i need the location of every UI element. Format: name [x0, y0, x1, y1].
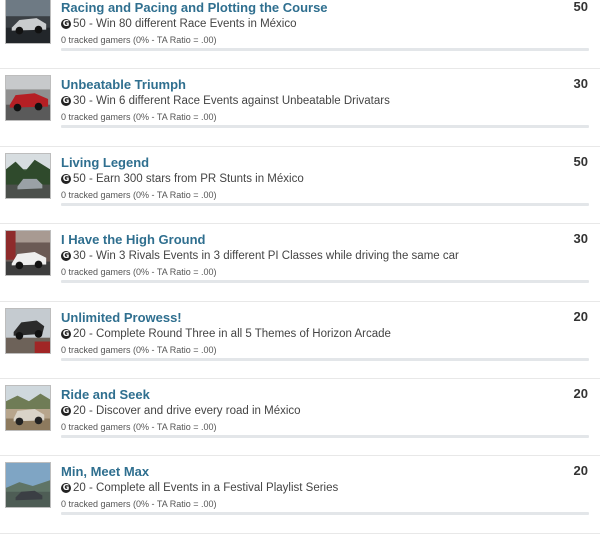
tracked-gamers-text: 0 tracked gamers (0% - TA Ratio = .00): [61, 499, 217, 510]
achievement-row[interactable]: I Have the High Ground G 30 - Win 3 Riva…: [0, 224, 600, 302]
gamerscore-value: 50: [573, 153, 588, 169]
achievement-description-text: 50 - Win 80 different Race Events in Méx…: [73, 18, 297, 30]
progress-bar: [61, 434, 589, 438]
achievement-row[interactable]: Racing and Pacing and Plotting the Cours…: [0, 0, 600, 70]
progress-bar: [61, 280, 589, 284]
achievement-list: Racing and Pacing and Plotting the Cours…: [0, 0, 600, 534]
achievement-title[interactable]: Unlimited Prowess!: [61, 310, 182, 325]
white-car-thumbnail[interactable]: [5, 230, 51, 277]
red-car-thumbnail[interactable]: [5, 75, 51, 122]
progress-bar: [61, 357, 589, 361]
achievement-title[interactable]: Unbeatable Triumph: [61, 77, 186, 92]
gamerscore-value: 50: [573, 0, 588, 14]
achievement-description: G 20 - Complete all Events in a Festival…: [61, 482, 338, 494]
achievement-title[interactable]: I Have the High Ground: [61, 232, 205, 247]
gamerscore-icon: G: [61, 328, 71, 339]
gamerscore-icon: G: [61, 96, 71, 107]
gamerscore-value: 20: [573, 385, 588, 401]
achievement-description-text: 30 - Win 6 different Race Events against…: [73, 95, 390, 108]
achievement-description: G 20 - Complete Round Three in all 5 The…: [61, 328, 391, 340]
achievement-description-text: 30 - Win 3 Rivals Events in 3 different …: [73, 250, 459, 263]
achievement-row[interactable]: Unlimited Prowess! G 20 - Complete Round…: [0, 302, 600, 379]
gamerscore-icon: G: [61, 19, 71, 29]
gamerscore-value: 30: [573, 76, 588, 92]
achievement-title[interactable]: Living Legend: [61, 155, 149, 170]
achievement-row[interactable]: Min, Meet Max G 20 - Complete all Events…: [0, 456, 600, 534]
sky-car-thumbnail[interactable]: [5, 462, 51, 509]
gamerscore-value: 20: [573, 308, 588, 324]
jumping-car-thumbnail[interactable]: [5, 307, 51, 354]
gamerscore-value: 20: [573, 463, 588, 479]
achievement-description-text: 20 - Complete all Events in a Festival P…: [73, 482, 339, 495]
achievement-description: G 50 - Earn 300 stars from PR Stunts in …: [61, 173, 304, 185]
jungle-car-thumbnail[interactable]: [5, 152, 51, 199]
achievement-description: G 30 - Win 6 different Race Events again…: [61, 95, 390, 107]
tracked-gamers-text: 0 tracked gamers (0% - TA Ratio = .00): [61, 189, 217, 200]
achievement-description: G 50 - Win 80 different Race Events in M…: [61, 18, 297, 30]
progress-bar: [61, 202, 589, 206]
tracked-gamers-text: 0 tracked gamers (0% - TA Ratio = .00): [61, 344, 217, 355]
achievement-description: G 30 - Win 3 Rivals Events in 3 differen…: [61, 250, 459, 262]
achievement-description-text: 20 - Discover and drive every road in Mé…: [73, 404, 301, 417]
tracked-gamers-text: 0 tracked gamers (0% - TA Ratio = .00): [61, 35, 217, 45]
achievement-description-text: 20 - Complete Round Three in all 5 Theme…: [73, 327, 391, 340]
progress-bar: [61, 125, 589, 129]
tracked-gamers-text: 0 tracked gamers (0% - TA Ratio = .00): [61, 421, 217, 432]
tracked-gamers-text: 0 tracked gamers (0% - TA Ratio = .00): [61, 112, 217, 123]
achievement-row[interactable]: Ride and Seek G 20 - Discover and drive …: [0, 379, 600, 457]
achievement-description: G 20 - Discover and drive every road in …: [61, 405, 301, 417]
race-car-thumbnail[interactable]: [5, 0, 51, 44]
gamerscore-icon: G: [61, 483, 71, 494]
gamerscore-icon: G: [61, 173, 71, 184]
achievement-row[interactable]: Unbeatable Triumph G 30 - Win 6 differen…: [0, 69, 600, 147]
achievement-title[interactable]: Min, Meet Max: [61, 464, 149, 479]
progress-bar: [61, 48, 589, 51]
gamerscore-icon: G: [61, 251, 71, 262]
gamerscore-icon: G: [61, 405, 71, 416]
achievement-title[interactable]: Ride and Seek: [61, 387, 150, 402]
gamerscore-value: 30: [573, 231, 588, 247]
offroad-car-thumbnail[interactable]: [5, 384, 51, 431]
achievement-title[interactable]: Racing and Pacing and Plotting the Cours…: [61, 0, 328, 15]
achievement-description-text: 50 - Earn 300 stars from PR Stunts in Mé…: [73, 172, 304, 185]
tracked-gamers-text: 0 tracked gamers (0% - TA Ratio = .00): [61, 267, 217, 278]
progress-bar: [61, 512, 589, 516]
achievement-row[interactable]: Living Legend G 50 - Earn 300 stars from…: [0, 147, 600, 225]
